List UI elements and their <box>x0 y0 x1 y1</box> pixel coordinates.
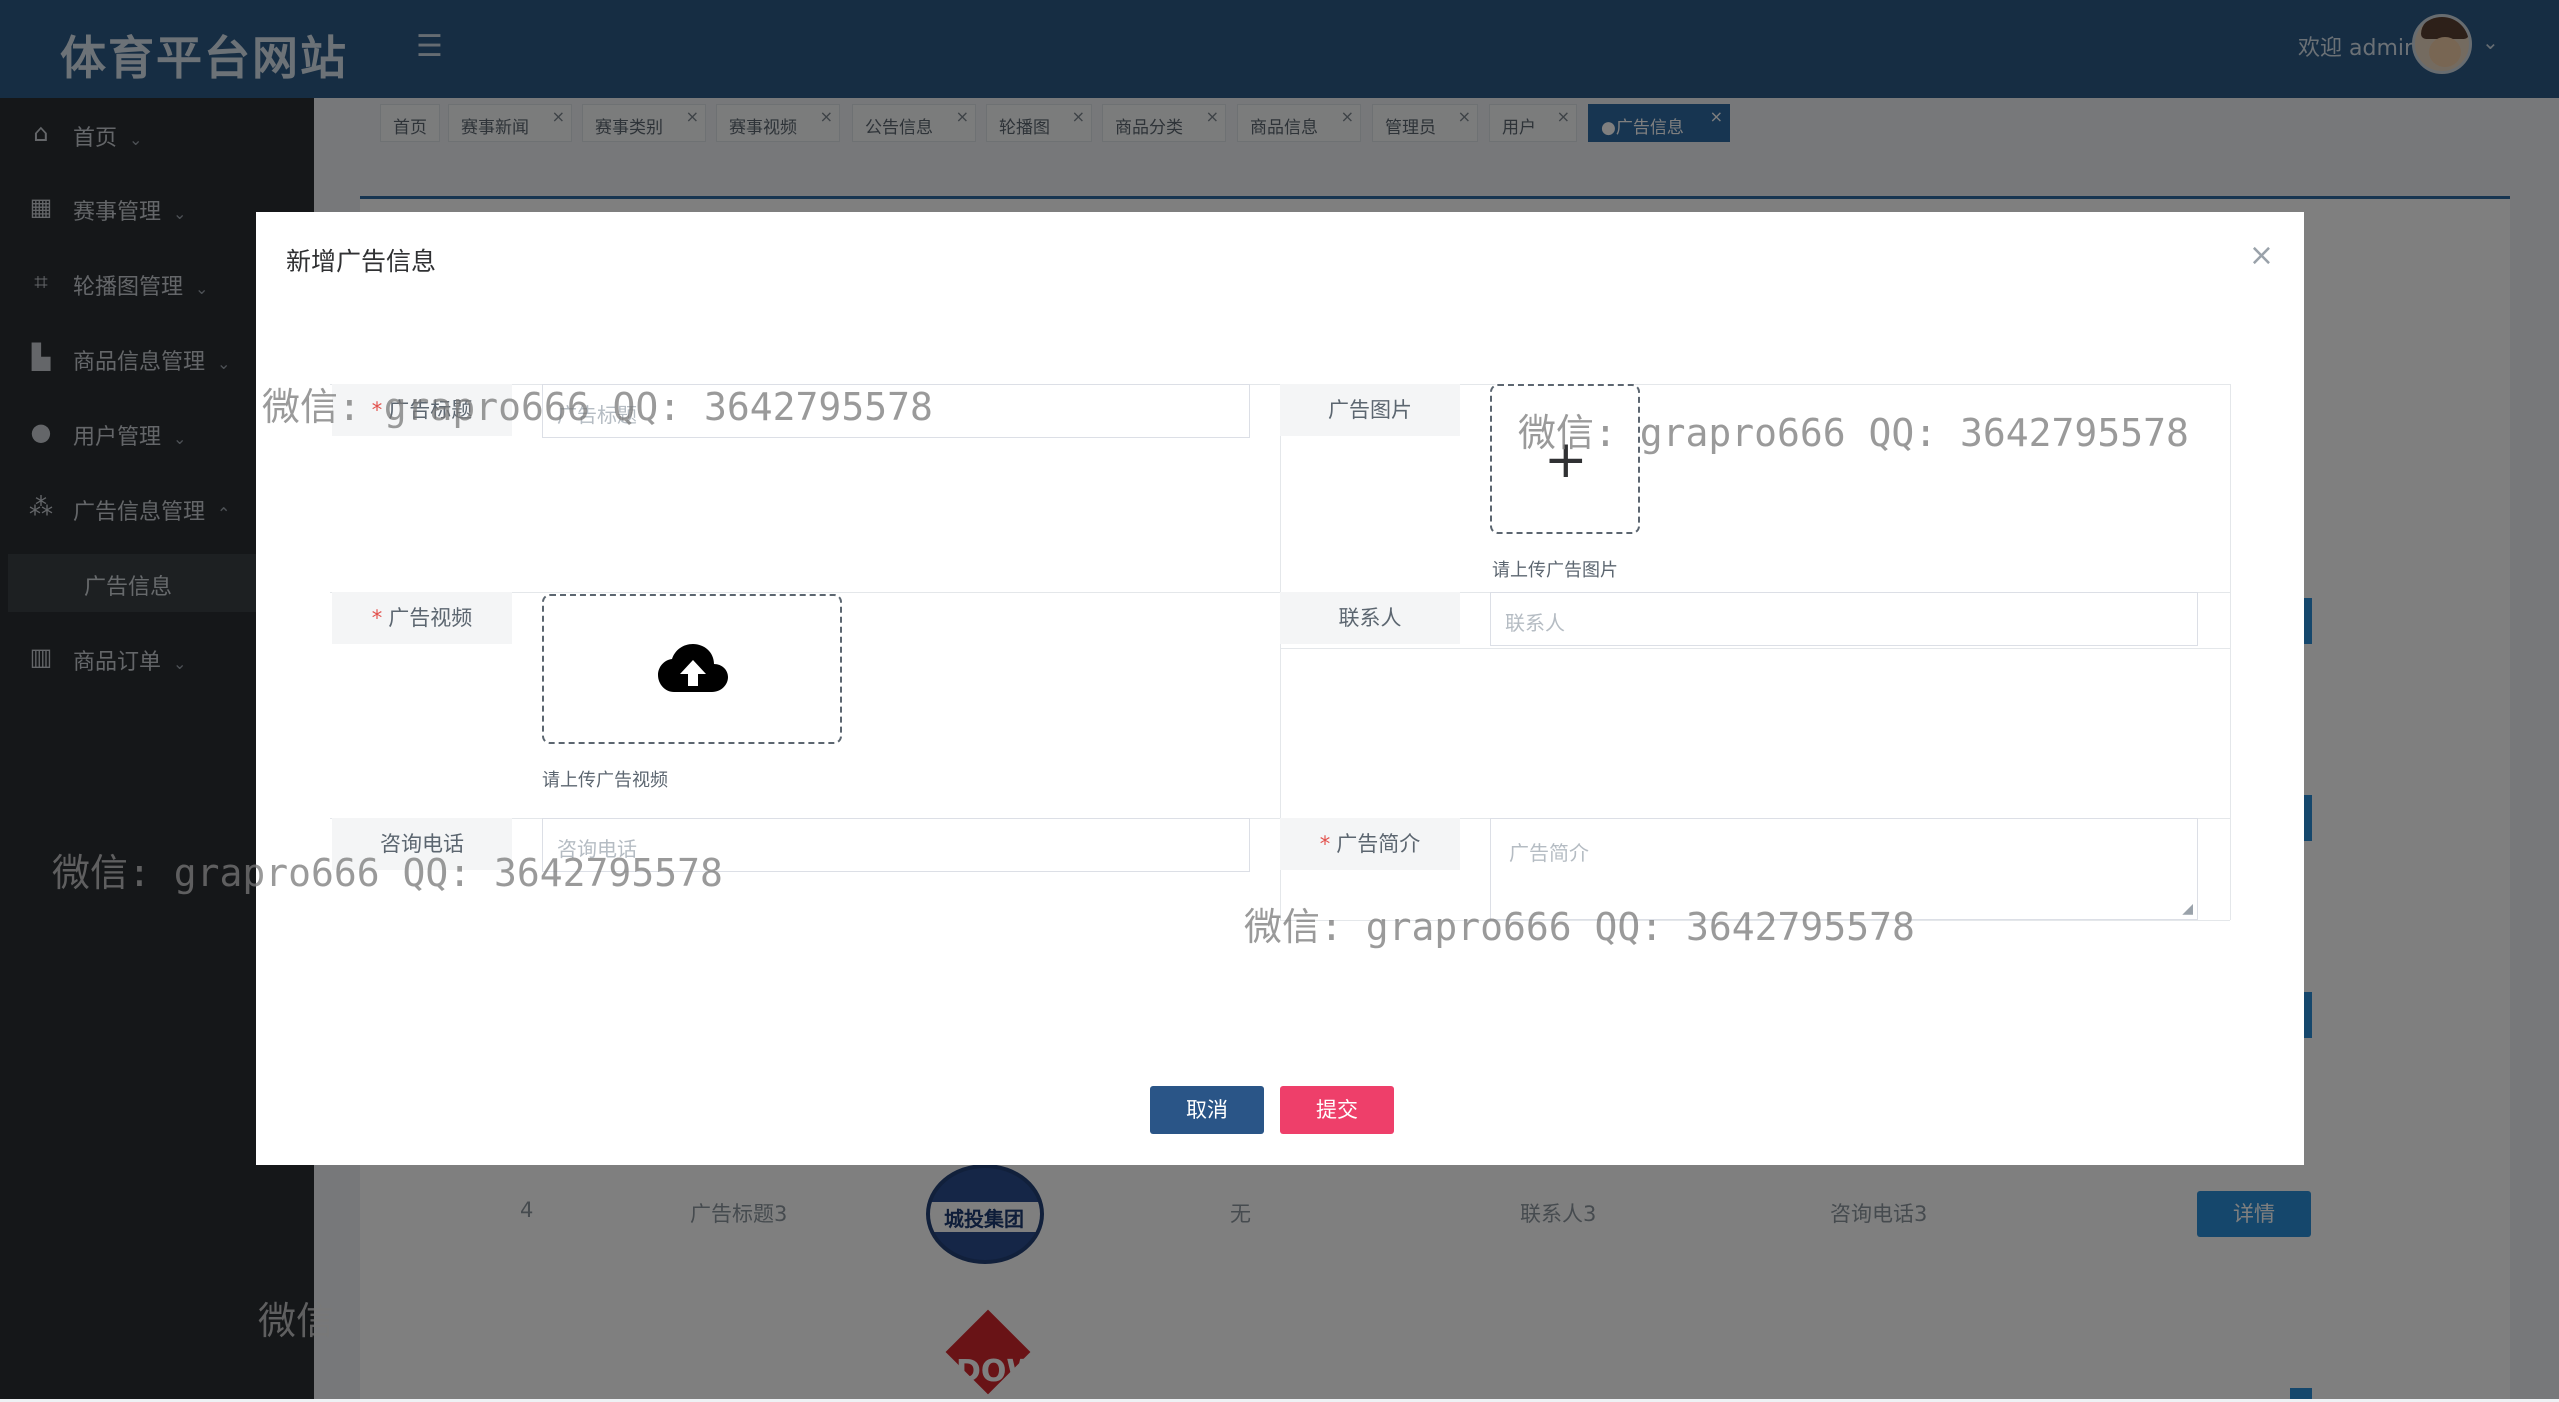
label-text: 联系人 <box>1338 606 1402 630</box>
contact-input[interactable]: 联系人 <box>1490 592 2198 646</box>
watermark-text: 微信: grapro666 QQ: 3642795578 <box>262 385 933 429</box>
cloud-upload-icon <box>658 644 728 692</box>
label-text: 广告视频 <box>388 606 473 630</box>
video-upload-hint: 请上传广告视频 <box>542 770 668 791</box>
submit-button[interactable]: 提交 <box>1280 1086 1394 1134</box>
form-divider <box>1280 648 2230 649</box>
video-upload-box[interactable] <box>542 594 842 744</box>
label-text: 广告简介 <box>1336 832 1421 856</box>
required-mark: * <box>371 606 383 630</box>
label-text: 广告图片 <box>1328 398 1412 422</box>
close-icon[interactable]: × <box>2249 238 2274 273</box>
watermark-text: 微信: grapro666 QQ: 3642795578 <box>1518 411 2189 455</box>
form-divider-vertical <box>2230 384 2231 920</box>
image-upload-hint: 请上传广告图片 <box>1492 560 1618 581</box>
required-mark: * <box>1319 832 1331 856</box>
watermark-text: 微信 <box>258 1299 335 1343</box>
intro-label: * 广告简介 <box>1280 818 1460 870</box>
dialog-title: 新增广告信息 <box>286 247 437 276</box>
cancel-button[interactable]: 取消 <box>1150 1086 1264 1134</box>
ad-image-label: 广告图片 <box>1280 384 1460 436</box>
textarea-placeholder: 广告简介 <box>1509 841 1589 865</box>
watermark-text: 微信: grapro666 QQ: 3642795578 <box>1244 905 1915 949</box>
contact-label: 联系人 <box>1280 592 1460 644</box>
ad-video-label: * 广告视频 <box>332 592 512 644</box>
resize-handle-icon[interactable]: ◢ <box>2182 901 2193 917</box>
watermark-text: 微信: grapro666 QQ: 3642795578 <box>52 851 723 895</box>
